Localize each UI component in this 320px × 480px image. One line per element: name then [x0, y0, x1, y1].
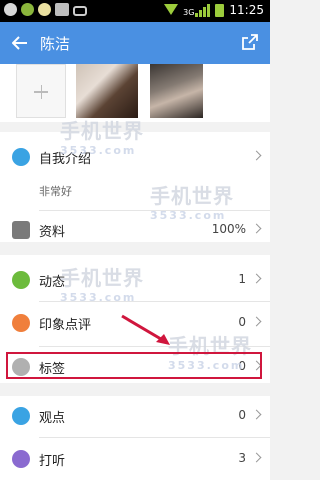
- notification-icon: [21, 3, 34, 16]
- profile-photo[interactable]: [150, 64, 203, 118]
- watermark-brand: 手机世界: [60, 119, 144, 143]
- inquire-icon: [12, 450, 30, 468]
- watermark: 手机世界 3533.com: [60, 262, 144, 304]
- key-icon: [73, 6, 87, 16]
- battery-icon: [215, 3, 225, 17]
- watermark-domain: 3533.com: [60, 144, 137, 157]
- add-photo-button[interactable]: [16, 64, 66, 118]
- watermark: 手机世界 3533.com: [150, 180, 234, 222]
- chevron-right-icon: [251, 316, 262, 327]
- chevron-right-icon: [251, 452, 262, 463]
- impression-label: 印象点评: [39, 318, 92, 333]
- impression-value: 0: [238, 315, 246, 329]
- highlight-box: [6, 352, 262, 379]
- watermark-brand: 手机世界: [60, 266, 144, 290]
- inquire-value: 3: [238, 451, 246, 465]
- notification-icons: [4, 3, 87, 16]
- profile-label: 资料: [39, 225, 66, 240]
- divider: [39, 437, 270, 438]
- network-type: 3G: [183, 7, 195, 17]
- back-arrow-icon[interactable]: [12, 35, 28, 51]
- impression-icon: [12, 314, 30, 332]
- watermark-domain: 3533.com: [60, 291, 137, 304]
- activity-value: 1: [238, 272, 246, 286]
- wifi-icon: [164, 4, 179, 16]
- photo-strip: [0, 64, 270, 122]
- profile-value: 100%: [211, 222, 246, 236]
- notification-icon: [38, 3, 51, 16]
- annotation-arrow-icon: [121, 314, 170, 345]
- watermark: 手机世界 3533.com: [60, 115, 144, 157]
- image-icon: [55, 3, 69, 16]
- activity-icon: [12, 271, 30, 289]
- watermark-domain: 3533.com: [150, 209, 227, 222]
- opinion-row[interactable]: 观点 0: [0, 401, 270, 431]
- profile-icon: [12, 221, 30, 239]
- profile-photo[interactable]: [76, 64, 138, 118]
- inquire-label: 打听: [39, 454, 66, 469]
- extra-section: 观点 0 打听 3: [0, 396, 270, 480]
- share-icon[interactable]: [242, 34, 258, 50]
- chevron-right-icon: [251, 273, 262, 284]
- chevron-right-icon: [251, 150, 262, 161]
- chevron-right-icon: [251, 223, 262, 234]
- intro-text: 非常好: [39, 185, 72, 198]
- chevron-right-icon: [251, 409, 262, 420]
- opinion-icon: [12, 407, 30, 425]
- intro-icon: [12, 148, 30, 166]
- opinion-label: 观点: [39, 411, 66, 426]
- notification-icon: [4, 3, 17, 16]
- status-bar: 3G 11:25: [0, 0, 270, 22]
- opinion-value: 0: [238, 408, 246, 422]
- watermark-brand: 手机世界: [150, 184, 234, 208]
- signal-icon: 3G: [183, 3, 211, 17]
- action-bar: 陈洁: [0, 22, 270, 64]
- page-title: 陈洁: [40, 35, 71, 53]
- inquire-row[interactable]: 打听 3: [0, 444, 270, 474]
- status-time: 11:25: [229, 3, 264, 17]
